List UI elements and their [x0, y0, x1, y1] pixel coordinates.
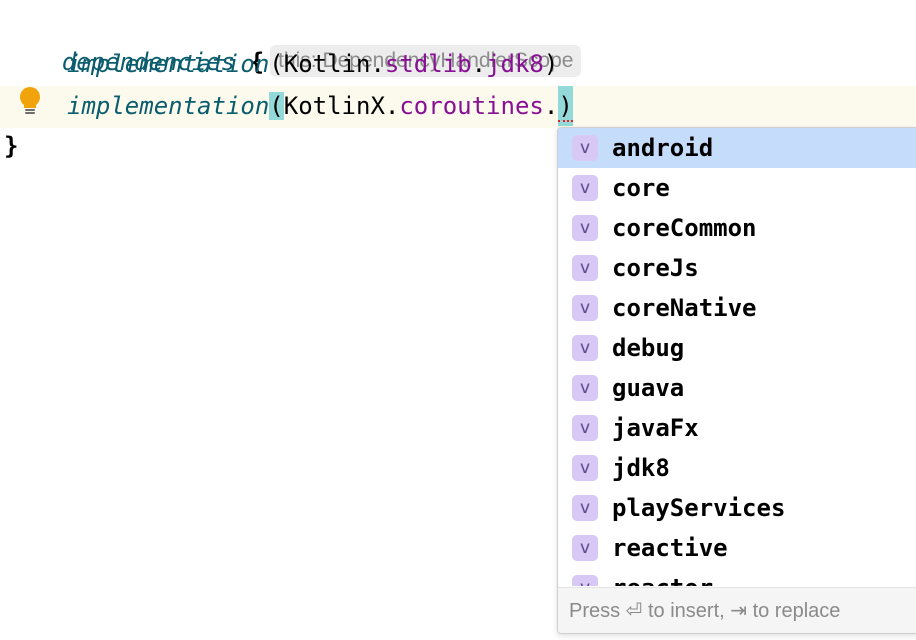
dot: .	[543, 92, 559, 120]
variable-badge-icon: v	[572, 495, 598, 521]
variable-badge-icon: v	[572, 575, 598, 586]
variable-badge-icon: v	[572, 535, 598, 561]
completion-popup[interactable]: v android v core v coreCommon v coreJs v coreNati…	[557, 127, 916, 634]
completion-item-label: reactive	[612, 534, 728, 562]
completion-list[interactable]: v android v core v coreCommon v coreJs v coreNati…	[558, 128, 916, 586]
completion-item-reactor[interactable]: v reactor	[558, 568, 916, 586]
code-line-4[interactable]: }	[4, 126, 18, 166]
implementation-call: implementation	[67, 92, 270, 120]
dot: .	[471, 50, 487, 78]
completion-item-playServices[interactable]: v playServices	[558, 488, 916, 528]
completion-item-coreJs[interactable]: v coreJs	[558, 248, 916, 288]
completion-item-core[interactable]: v core	[558, 168, 916, 208]
code-line-2[interactable]: implementation(Kotlin.stdlib.jdk8)	[67, 44, 558, 84]
close-paren-highlight: )	[558, 86, 574, 126]
completion-item-label: guava	[612, 374, 685, 402]
lightbulb-icon[interactable]	[18, 87, 42, 117]
completion-item-label: jdk8	[612, 454, 670, 482]
completion-item-debug[interactable]: v debug	[558, 328, 916, 368]
coroutines-member: coroutines	[399, 92, 544, 120]
completion-item-jdk8[interactable]: v jdk8	[558, 448, 916, 488]
variable-badge-icon: v	[572, 175, 598, 201]
variable-badge-icon: v	[572, 215, 598, 241]
variable-badge-icon: v	[572, 335, 598, 361]
kotlinx-object: KotlinX	[283, 92, 385, 120]
variable-badge-icon: v	[572, 415, 598, 441]
dot: .	[370, 50, 385, 78]
implementation-call: implementation	[67, 50, 270, 78]
completion-item-label: core	[612, 174, 670, 202]
jdk8-member: jdk8	[486, 50, 544, 78]
variable-badge-icon: v	[572, 135, 598, 161]
open-paren-highlight: (	[269, 92, 284, 120]
completion-item-android[interactable]: v android	[558, 128, 916, 168]
open-paren: (	[269, 50, 284, 78]
dot: .	[384, 92, 400, 120]
variable-badge-icon: v	[572, 255, 598, 281]
completion-footer-hint: Press ⏎ to insert, ⇥ to replace	[558, 587, 916, 633]
variable-badge-icon: v	[572, 375, 598, 401]
code-line-1[interactable]: dependencies {this: DependencyHandlerSco…	[4, 2, 582, 77]
kotlin-object: Kotlin	[283, 50, 371, 78]
completion-item-javaFx[interactable]: v javaFx	[558, 408, 916, 448]
completion-item-label: coreCommon	[612, 214, 757, 242]
completion-item-guava[interactable]: v guava	[558, 368, 916, 408]
code-line-3[interactable]: implementation(KotlinX.coroutines.)	[67, 86, 574, 126]
close-paren: )	[543, 50, 559, 78]
completion-item-coreCommon[interactable]: v coreCommon	[558, 208, 916, 248]
variable-badge-icon: v	[572, 455, 598, 481]
completion-item-label: android	[612, 134, 714, 162]
completion-item-label: reactor	[612, 574, 713, 586]
completion-item-label: debug	[612, 334, 685, 362]
completion-item-label: coreJs	[612, 254, 699, 282]
stdlib-member: stdlib	[384, 50, 472, 78]
code-editor[interactable]: dependencies {this: DependencyHandlerSco…	[0, 0, 916, 640]
completion-item-label: coreNative	[612, 294, 757, 322]
completion-item-label: javaFx	[612, 414, 699, 442]
completion-item-reactive[interactable]: v reactive	[558, 528, 916, 568]
variable-badge-icon: v	[572, 295, 598, 321]
completion-item-coreNative[interactable]: v coreNative	[558, 288, 916, 328]
close-brace: }	[4, 132, 19, 160]
completion-item-label: playServices	[612, 494, 786, 522]
